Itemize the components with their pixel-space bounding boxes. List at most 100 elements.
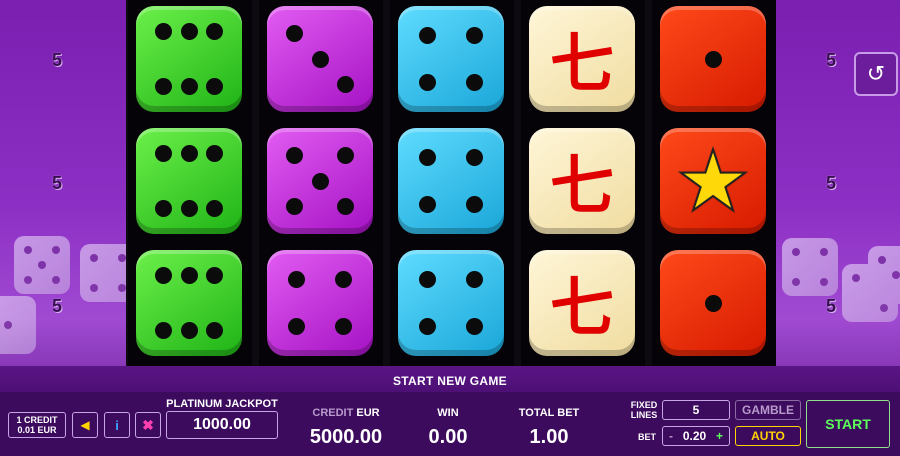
die-symbol: 七: [529, 6, 635, 112]
pip: [180, 322, 198, 340]
speaker-icon: ◀: [80, 418, 90, 432]
fixed-lines-label: FIXED LINES: [624, 400, 664, 420]
die-symbol: [267, 6, 373, 112]
pip: [286, 147, 304, 165]
total-bet-label: TOTAL BET: [518, 407, 580, 419]
jackpot-amount: 1000.00: [193, 416, 251, 433]
bet-value: 0.20: [682, 429, 707, 443]
lines-value: 5: [662, 400, 730, 420]
total-bet-value: 1.00: [529, 426, 569, 448]
die-symbol: [398, 128, 504, 234]
pip: [704, 50, 722, 68]
line-number-left-2: 5: [52, 173, 63, 193]
kanji-symbol: 七: [550, 27, 614, 102]
pip: [465, 317, 483, 335]
pip: [334, 317, 352, 335]
kanji-symbol: 七: [550, 149, 614, 224]
credit-value: 5000.00: [309, 426, 383, 448]
start-button[interactable]: START: [806, 400, 890, 448]
pip: [334, 271, 352, 289]
die-symbol: [398, 250, 504, 356]
pip: [205, 200, 223, 218]
pip: [465, 27, 483, 45]
lines-value-text: 5: [692, 403, 700, 417]
pip: [180, 22, 198, 40]
pip: [419, 271, 437, 289]
line-number-right-1: 5: [826, 50, 837, 70]
pip: [286, 25, 304, 43]
pip: [336, 197, 354, 215]
pip: [465, 195, 483, 213]
reel-2: [259, 0, 383, 366]
pip: [180, 78, 198, 96]
history-button[interactable]: ↺: [854, 52, 898, 96]
pip: [288, 317, 306, 335]
die-symbol: [398, 6, 504, 112]
pip: [286, 197, 304, 215]
settings-button[interactable]: ✖: [135, 412, 161, 438]
bet-stepper: - 0.20 +: [662, 426, 730, 446]
pip: [465, 271, 483, 289]
bet-label: BET: [638, 432, 656, 442]
pip: [465, 149, 483, 167]
denomination-eur: 0.01 EUR: [17, 425, 57, 435]
pip: [155, 144, 173, 162]
auto-label: AUTO: [751, 429, 785, 443]
bet-minus-button[interactable]: -: [669, 429, 673, 443]
start-label: START: [825, 416, 871, 432]
die-symbol: 七: [529, 250, 635, 356]
sound-button[interactable]: ◀: [72, 412, 98, 438]
pip: [419, 195, 437, 213]
info-icon: i: [115, 417, 119, 433]
reel-1: [128, 0, 252, 366]
pip: [419, 27, 437, 45]
win-label: WIN: [437, 407, 459, 419]
pip: [205, 322, 223, 340]
pip: [311, 50, 329, 68]
star-icon: ★: [674, 133, 751, 229]
die-symbol: ★: [660, 128, 766, 234]
die-symbol: [136, 6, 242, 112]
credit-label-text: CREDIT: [312, 407, 354, 419]
pip: [465, 73, 483, 91]
decorative-dice-right: [782, 236, 900, 366]
pip: [419, 73, 437, 91]
reel-3: [390, 0, 514, 366]
pip: [704, 294, 722, 312]
bet-plus-button[interactable]: +: [716, 429, 723, 443]
cross-icon: ✖: [142, 416, 154, 433]
pip: [180, 200, 198, 218]
pip: [155, 22, 173, 40]
die-symbol: [267, 128, 373, 234]
pip: [205, 22, 223, 40]
reel-area: 七七七 ★: [126, 0, 776, 366]
fixed-lines-label-2: LINES: [630, 410, 658, 420]
pip: [336, 147, 354, 165]
credit-currency: EUR: [356, 407, 380, 419]
pip: [180, 266, 198, 284]
gamble-button[interactable]: GAMBLE: [735, 400, 801, 420]
denomination-credit: 1 CREDIT: [16, 415, 58, 425]
jackpot-value: 1000.00: [166, 411, 278, 439]
reel-5: ★: [652, 0, 776, 366]
info-button[interactable]: i: [104, 412, 130, 438]
denomination-button[interactable]: 1 CREDIT 0.01 EUR: [8, 412, 66, 438]
gamble-label: GAMBLE: [742, 403, 794, 417]
pip: [419, 149, 437, 167]
pip: [288, 271, 306, 289]
die-symbol: [660, 250, 766, 356]
pip: [311, 172, 329, 190]
line-number-right-2: 5: [826, 173, 837, 193]
line-number-right-3: 5: [826, 296, 837, 316]
die-symbol: 七: [529, 128, 635, 234]
pip: [419, 317, 437, 335]
die-symbol: [267, 250, 373, 356]
pip: [205, 266, 223, 284]
jackpot-label: PLATINUM JACKPOT: [166, 398, 278, 410]
die-symbol: [136, 250, 242, 356]
win-value: 0.00: [428, 426, 468, 448]
pip: [155, 78, 173, 96]
auto-button[interactable]: AUTO: [735, 426, 801, 446]
pip: [155, 266, 173, 284]
line-number-left-1: 5: [52, 50, 63, 70]
